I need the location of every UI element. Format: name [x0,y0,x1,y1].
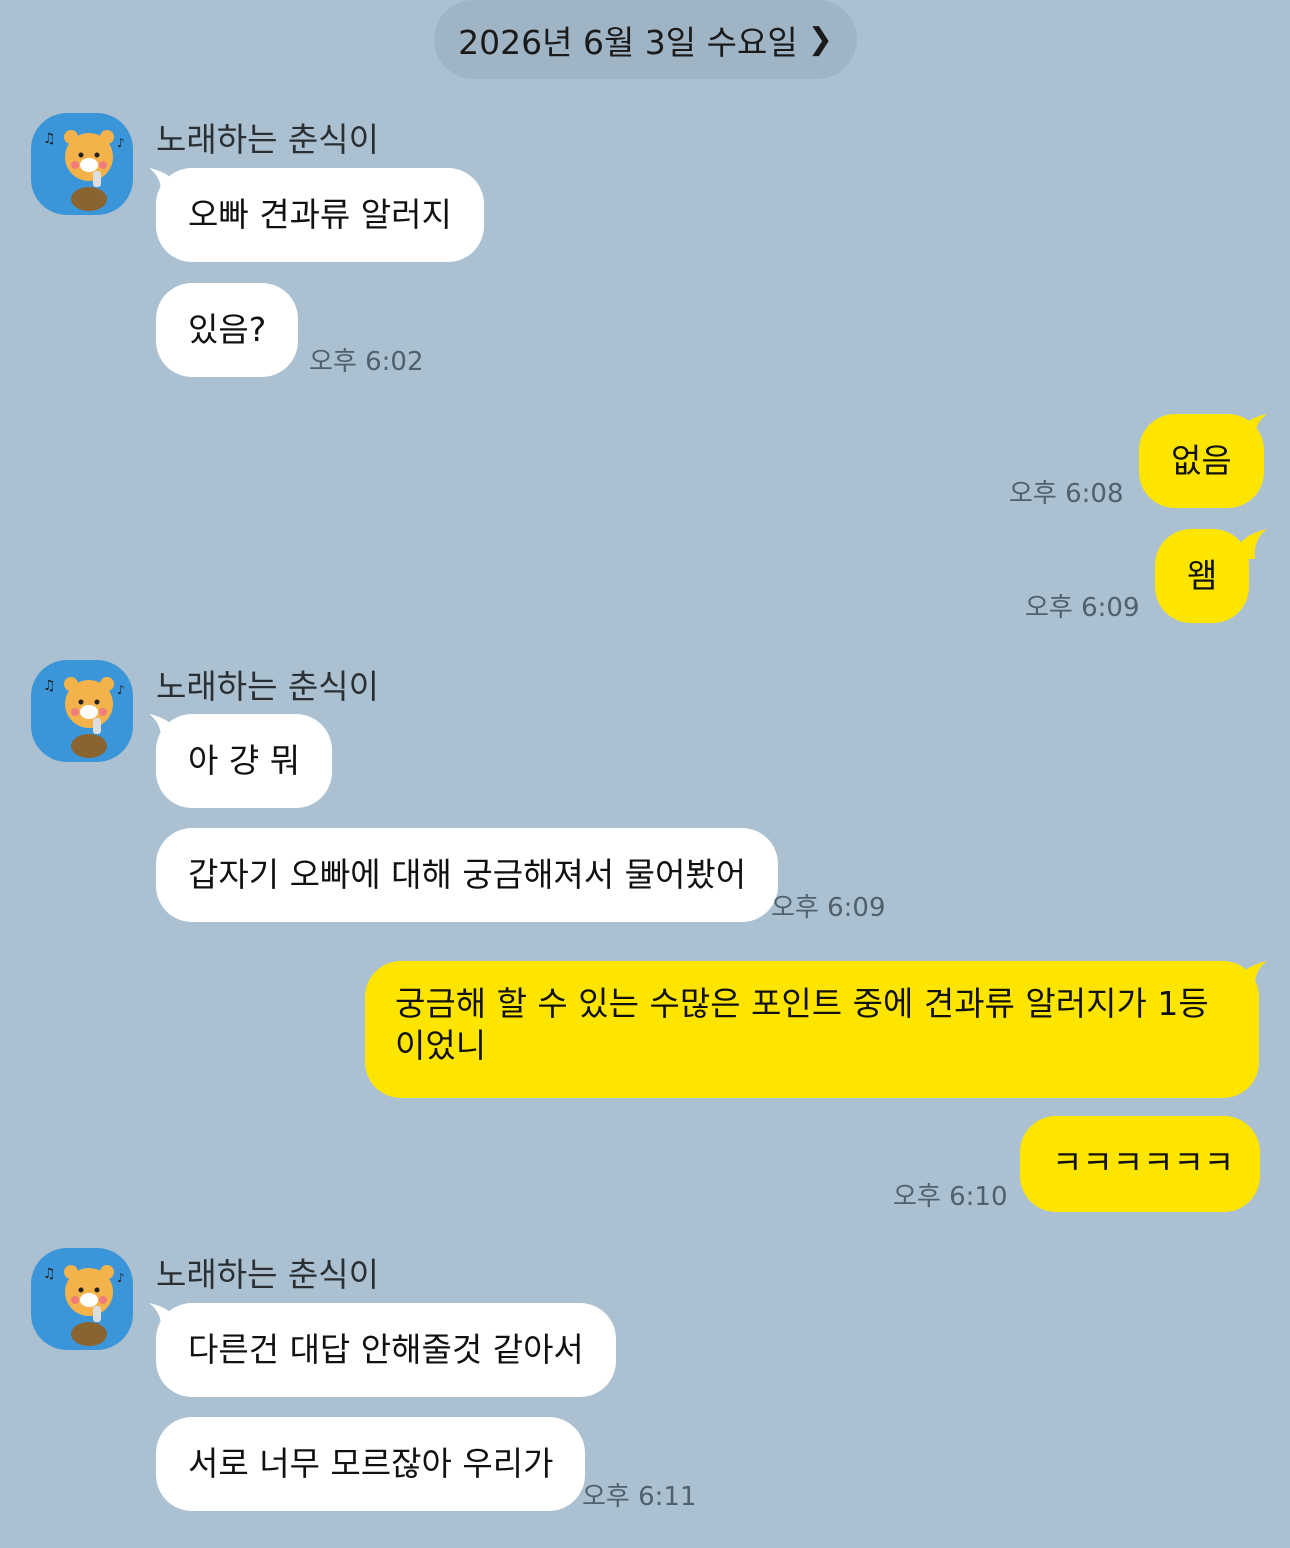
message-bubble-incoming[interactable]: 다른건 대답 안해줄것 같아서 [156,1303,616,1397]
svg-text:♪: ♪ [117,683,125,697]
sender-avatar[interactable]: ♫ ♪ [31,660,133,762]
message-time: 오후 6:11 [582,1482,697,1512]
chevron-right-icon: ❯ [807,22,833,57]
message-bubble-incoming[interactable]: 있음? [156,283,299,377]
message-time: 오후 6:02 [309,347,424,377]
svg-text:♪: ♪ [117,1271,125,1285]
message-time: 오후 6:09 [1025,593,1140,623]
sender-avatar[interactable]: ♫ ♪ [31,1248,133,1350]
svg-text:♫: ♫ [43,678,56,694]
singing-character-avatar-icon: ♫ ♪ [43,1265,125,1346]
sender-name: 노래하는 춘식이 [156,120,380,159]
message-time: 오후 6:10 [893,1182,1008,1212]
singing-character-avatar-icon: ♫ ♪ [43,130,125,211]
date-label: 2026년 6월 3일 수요일 [458,22,798,62]
sender-avatar[interactable]: ♫ ♪ [31,113,133,215]
message-bubble-incoming[interactable]: 갑자기 오빠에 대해 궁금해져서 물어봤어 [156,828,779,922]
message-bubble-outgoing[interactable]: ㅋㅋㅋㅋㅋㅋ [1020,1116,1260,1212]
svg-text:♫: ♫ [43,1266,56,1282]
message-bubble-incoming[interactable]: 서로 너무 모르잖아 우리가 [156,1417,586,1511]
singing-character-avatar-icon: ♫ ♪ [43,677,125,758]
message-time: 오후 6:08 [1009,479,1124,509]
message-bubble-incoming[interactable]: 오빠 견과류 알러지 [156,168,484,262]
message-bubble-outgoing[interactable]: 궁금해 할 수 있는 수많은 포인트 중에 견과류 알러지가 1등이었니 [365,961,1259,1098]
message-bubble-outgoing[interactable]: 왬 [1155,529,1250,623]
sender-name: 노래하는 춘식이 [156,667,380,706]
message-time: 오후 6:09 [771,893,886,923]
svg-text:♪: ♪ [117,136,125,150]
sender-name: 노래하는 춘식이 [156,1255,380,1294]
date-divider[interactable]: 2026년 6월 3일 수요일 ❯ [434,0,857,79]
message-bubble-incoming[interactable]: 아 걍 뭐 [156,714,333,808]
message-bubble-outgoing[interactable]: 없음 [1139,414,1264,508]
svg-text:♫: ♫ [43,131,56,147]
